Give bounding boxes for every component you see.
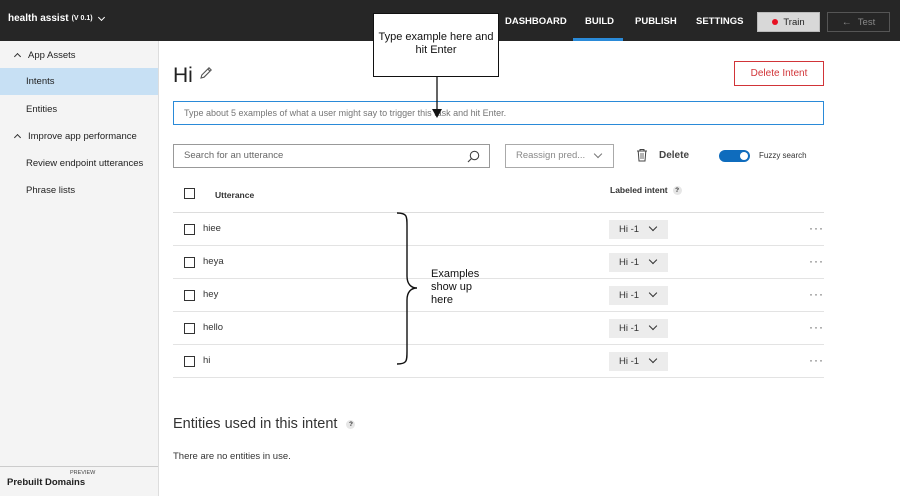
reassign-dropdown[interactable]: Reassign pred... <box>505 144 614 168</box>
sidebar-section-label: Improve app performance <box>28 130 137 142</box>
row-checkbox[interactable] <box>184 290 195 301</box>
sidebar-item-intents[interactable]: Intents <box>0 68 158 95</box>
labeled-intent-dropdown[interactable]: Hi -1 <box>609 286 668 305</box>
nav-build[interactable]: BUILD <box>585 0 614 41</box>
annotation-arrow-icon <box>432 77 442 118</box>
train-button[interactable]: Train <box>757 12 820 32</box>
nav-settings[interactable]: SETTINGS <box>696 0 744 41</box>
utterance-text: hiee <box>203 223 221 234</box>
column-header-utterance[interactable]: Utterance <box>215 190 254 200</box>
fuzzy-search-label: Fuzzy search <box>759 151 807 160</box>
row-checkbox[interactable] <box>184 224 195 235</box>
chevron-down-icon <box>648 288 658 298</box>
entities-empty-message: There are no entities in use. <box>173 451 291 462</box>
entities-title-text: Entities used in this intent <box>173 416 338 432</box>
active-nav-indicator <box>573 38 623 41</box>
chevron-up-icon <box>13 133 22 142</box>
sidebar-item-review-endpoint[interactable]: Review endpoint utterances <box>0 156 158 170</box>
column-header-labeled-intent[interactable]: Labeled intent ? <box>610 185 682 195</box>
sidebar-section-label: App Assets <box>28 49 76 61</box>
labeled-intent-value: Hi -1 <box>619 323 640 334</box>
labeled-intent-dropdown[interactable]: Hi -1 <box>609 352 668 371</box>
sidebar-item-phrase-lists[interactable]: Phrase lists <box>0 183 158 197</box>
chevron-up-icon <box>13 52 22 61</box>
chevron-down-icon <box>648 222 658 232</box>
utterance-input[interactable] <box>173 101 824 125</box>
test-button[interactable]: ← Test <box>827 12 890 32</box>
sidebar: App Assets Intents Entities Improve app … <box>0 41 159 496</box>
table-row: hey Hi -1 ··· <box>173 279 824 312</box>
table-row: hello Hi -1 ··· <box>173 312 824 345</box>
sidebar-section-improve[interactable]: Improve app performance <box>0 129 158 143</box>
labeled-intent-dropdown[interactable]: Hi -1 <box>609 253 668 272</box>
sidebar-section-app-assets[interactable]: App Assets <box>0 48 158 62</box>
train-label: Train <box>783 16 805 28</box>
utterance-text: heya <box>203 256 224 267</box>
labeled-intent-value: Hi -1 <box>619 224 640 235</box>
delete-button[interactable]: Delete <box>659 150 689 161</box>
preview-badge: PREVIEW <box>70 470 96 476</box>
more-options-icon[interactable]: ··· <box>809 254 824 268</box>
annotation-callout: Type example here and hit Enter <box>373 13 499 77</box>
table-row: hiee Hi -1 ··· <box>173 213 824 246</box>
more-options-icon[interactable]: ··· <box>809 320 824 334</box>
table-row: heya Hi -1 ··· <box>173 246 824 279</box>
app-name: health assist <box>8 13 69 24</box>
more-options-icon[interactable]: ··· <box>809 287 824 301</box>
search-placeholder: Search for an utterance <box>184 150 284 161</box>
delete-intent-button[interactable]: Delete Intent <box>734 61 824 86</box>
chevron-down-icon <box>593 149 603 159</box>
entities-section-title: Entities used in this intent ? <box>173 416 356 432</box>
nav-publish[interactable]: PUBLISH <box>635 0 677 41</box>
chevron-down-icon <box>648 321 658 331</box>
chevron-down-icon <box>648 354 658 364</box>
utterance-text: hi <box>203 355 211 366</box>
more-options-icon[interactable]: ··· <box>809 221 824 235</box>
reassign-label: Reassign pred... <box>516 150 586 161</box>
app-switcher[interactable]: health assist (V 0.1) <box>8 13 105 24</box>
labeled-intent-value: Hi -1 <box>619 257 640 268</box>
nav-dashboard[interactable]: DASHBOARD <box>505 0 567 41</box>
arrow-left-icon: ← <box>841 16 852 28</box>
sidebar-item-entities[interactable]: Entities <box>0 102 158 116</box>
row-checkbox[interactable] <box>184 356 195 367</box>
search-input[interactable]: Search for an utterance <box>173 144 490 168</box>
trash-icon[interactable] <box>636 148 648 162</box>
search-icon[interactable] <box>467 150 480 163</box>
curly-brace-icon <box>396 212 418 365</box>
labeled-intent-value: Hi -1 <box>619 290 640 301</box>
utterance-text: hello <box>203 322 224 333</box>
help-icon[interactable]: ? <box>672 185 682 195</box>
labeled-intent-value: Hi -1 <box>619 356 640 367</box>
row-checkbox[interactable] <box>184 257 195 268</box>
prebuilt-label: Prebuilt Domains <box>7 477 86 488</box>
labeled-intent-dropdown[interactable]: Hi -1 <box>609 220 668 239</box>
fuzzy-search-toggle[interactable] <box>719 150 750 162</box>
utterance-text: hey <box>203 289 219 300</box>
labeled-intent-dropdown[interactable]: Hi -1 <box>609 319 668 338</box>
page-title: Hi <box>173 64 193 87</box>
select-all-checkbox[interactable] <box>184 188 195 199</box>
annotation-note: Examples show up here <box>431 268 480 306</box>
toggle-knob <box>740 152 748 160</box>
chevron-down-icon <box>648 255 658 265</box>
table-row: hi Hi -1 ··· <box>173 345 824 378</box>
status-dot-icon <box>772 19 779 25</box>
test-label: Test <box>857 16 876 28</box>
app-version: (V 0.1) <box>71 15 93 22</box>
row-checkbox[interactable] <box>184 323 195 334</box>
chevron-down-icon <box>97 13 105 21</box>
more-options-icon[interactable]: ··· <box>809 353 824 367</box>
pencil-icon[interactable] <box>199 66 213 80</box>
sidebar-item-prebuilt-domains[interactable]: Prebuilt Domains PREVIEW <box>0 466 158 496</box>
column-header-label: Labeled intent <box>610 185 668 195</box>
help-icon[interactable]: ? <box>346 419 356 429</box>
